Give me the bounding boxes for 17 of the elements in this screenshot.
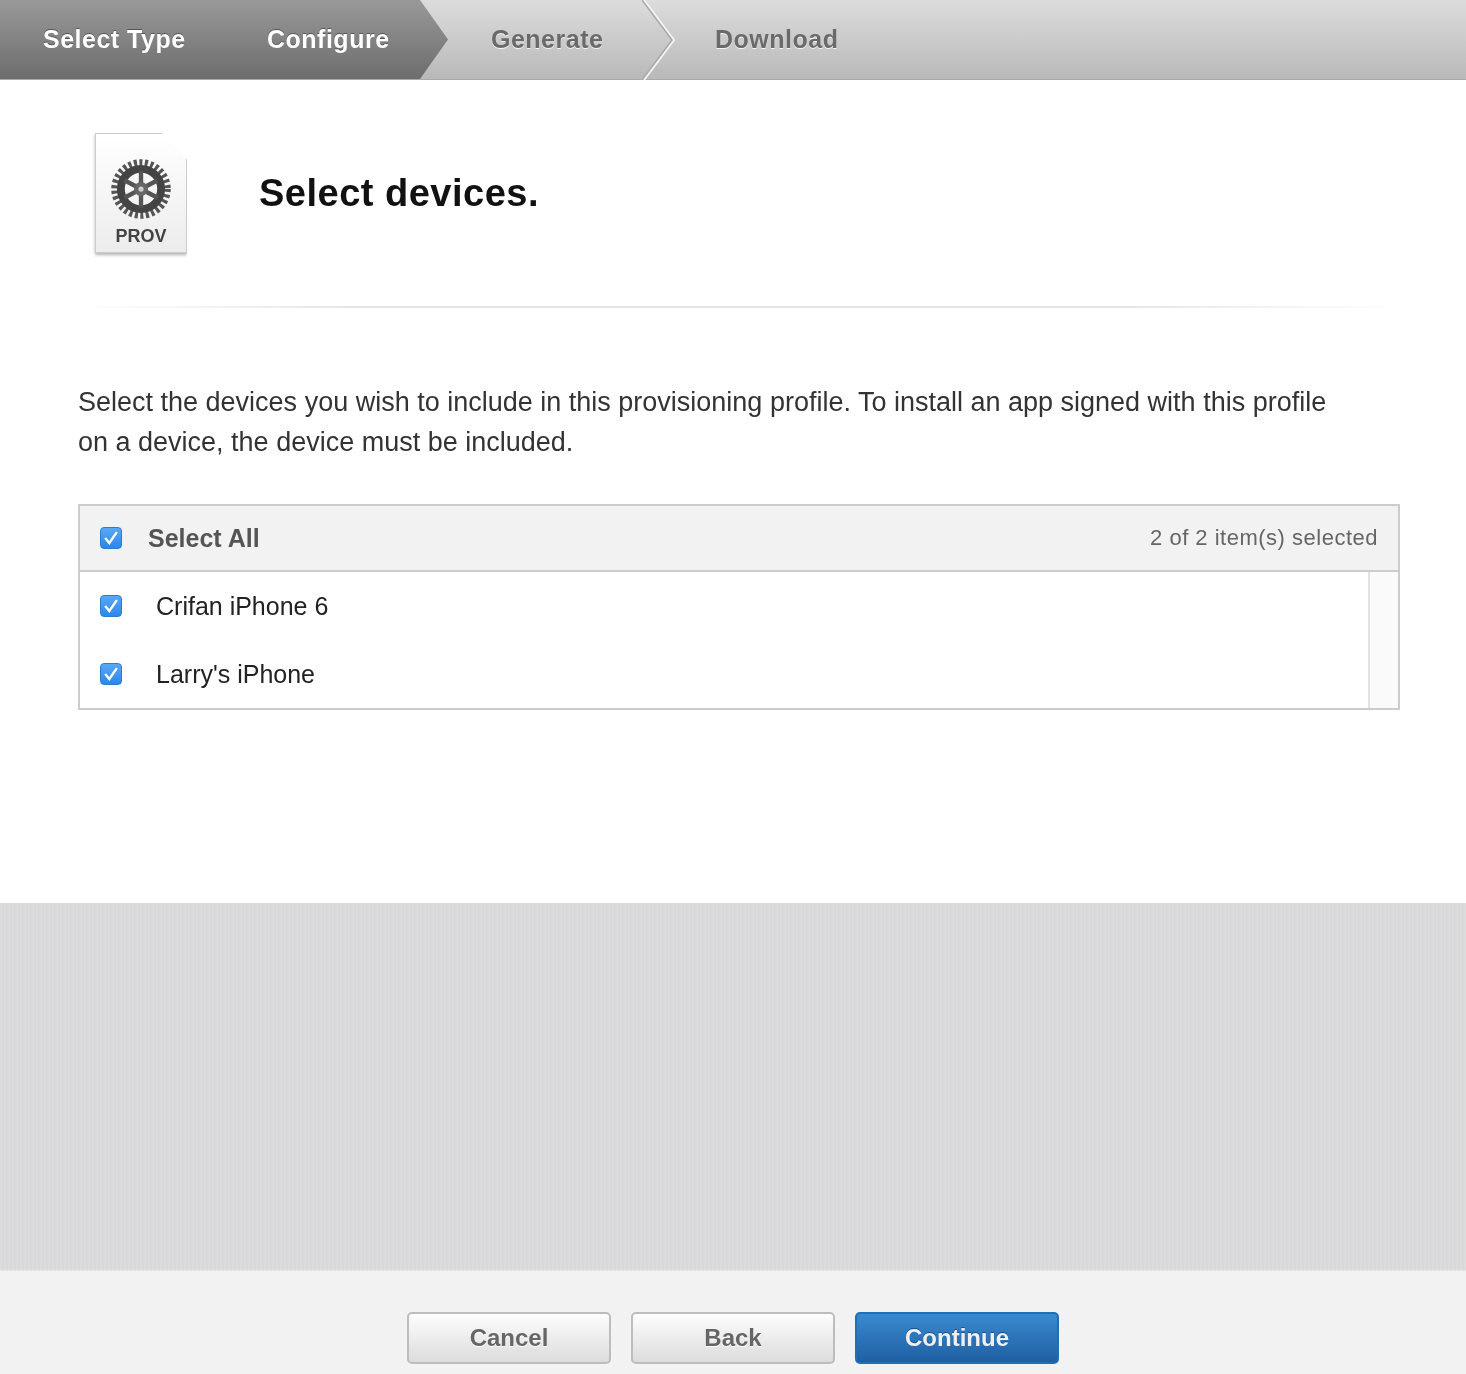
device-name: Crifan iPhone 6: [156, 591, 329, 621]
continue-button[interactable]: Continue: [855, 1312, 1059, 1364]
device-checkbox[interactable]: [100, 663, 122, 685]
selection-count: 2 of 2 item(s) selected: [1150, 525, 1378, 551]
step-label: Download: [715, 25, 839, 54]
select-all-checkbox[interactable]: [100, 527, 122, 549]
device-name: Larry's iPhone: [156, 659, 316, 689]
secondary-button[interactable]: Back: [631, 1312, 835, 1364]
step-label: Generate: [491, 25, 604, 54]
step-label: Select Type: [43, 25, 186, 54]
step-label: Configure: [267, 25, 390, 54]
page-title: Select devices.: [259, 171, 539, 215]
file-type-label: PROV: [115, 226, 167, 247]
device-checkbox[interactable]: [100, 595, 122, 617]
description-text: Select the devices you wish to include in this provisioning profile. To install an app signed with this profile on a device, the device must be included.: [78, 386, 1328, 459]
secondary-button[interactable]: Cancel: [407, 1312, 611, 1364]
select-all-label: Select All: [148, 523, 260, 553]
